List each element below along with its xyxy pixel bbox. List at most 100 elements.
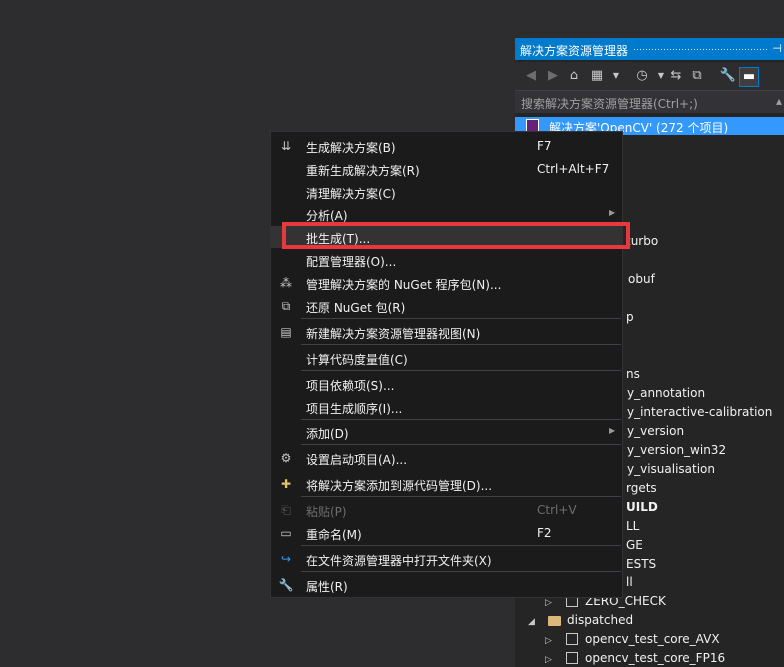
menu-item-manage-nuget[interactable]: ⁂ 管理解决方案的 NuGet 程序包(N)... — [271, 272, 622, 294]
tree-item[interactable]: turbo — [626, 234, 658, 248]
menu-item-label: 还原 NuGet 包(R) — [306, 301, 406, 315]
paste-icon: ⎗ — [281, 503, 291, 517]
folder-icon — [548, 616, 561, 626]
tree-item[interactable]: y_visualisation — [627, 462, 715, 476]
solution-explorer-title: 解决方案资源管理器 — [520, 44, 629, 58]
submenu-arrow-icon: ▶ — [609, 208, 616, 217]
tree-item[interactable]: GE — [626, 538, 643, 552]
menu-item-add[interactable]: 添加(D) ▶ — [271, 421, 622, 443]
menu-item-label: 添加(D) — [306, 427, 349, 441]
menu-item-shortcut: Ctrl+V — [537, 503, 577, 517]
menu-item-code-metrics[interactable]: 计算代码度量值(C) — [271, 347, 622, 369]
forward-icon[interactable]: ▶ — [544, 67, 562, 85]
menu-item-project-dependencies[interactable]: 项目依赖项(S)... — [271, 373, 622, 395]
menu-item-rebuild-solution[interactable]: 重新生成解决方案(R) Ctrl+Alt+F7 — [271, 158, 622, 180]
menu-item-shortcut: Ctrl+Alt+F7 — [537, 162, 610, 176]
collapse-all-icon[interactable]: ⧉ — [688, 67, 706, 85]
tree-item[interactable]: p — [626, 310, 634, 324]
switch-views-icon[interactable]: ▦ — [588, 67, 606, 85]
wrench-icon: 🔧 — [278, 578, 294, 592]
tree-item[interactable]: ll — [626, 575, 633, 589]
expand-arrow-icon[interactable]: ▷ — [545, 655, 552, 665]
highlight-box — [282, 222, 630, 249]
menu-item-label: 将解决方案添加到源代码管理(D)... — [306, 479, 493, 493]
new-view-icon: ▤ — [280, 325, 292, 339]
tree-item[interactable]: LL — [626, 519, 639, 533]
menu-item-label: 重命名(M) — [306, 528, 362, 542]
menu-item-restore-nuget[interactable]: ⧉ 还原 NuGet 包(R) — [271, 295, 622, 317]
project-icon — [566, 652, 578, 664]
menu-item-set-startup-projects[interactable]: ⚙ 设置启动项目(A)... — [271, 447, 622, 469]
pending-changes-icon[interactable]: ◷ — [633, 67, 651, 85]
submenu-arrow-icon: ▶ — [609, 426, 616, 435]
menu-separator — [301, 496, 621, 497]
menu-separator — [301, 318, 621, 319]
menu-item-label: 项目生成顺序(I)... — [306, 402, 403, 416]
context-menu: ⇊ 生成解决方案(B) F7 重新生成解决方案(R) Ctrl+Alt+F7 清… — [270, 131, 623, 598]
menu-separator — [301, 444, 621, 445]
back-icon[interactable]: ◀ — [522, 67, 540, 85]
tree-item-dispatched[interactable]: dispatched — [567, 613, 633, 627]
tree-item[interactable]: y_interactive-calibration — [627, 405, 772, 419]
menu-item-properties[interactable]: 🔧 属性(R) — [271, 574, 622, 596]
expand-arrow-icon[interactable]: ▷ — [545, 598, 552, 608]
menu-separator — [301, 571, 621, 572]
menu-separator — [301, 370, 621, 371]
restore-icon: ⧉ — [281, 299, 291, 313]
nuget-icon: ⁂ — [280, 276, 292, 290]
tree-item[interactable]: y_version — [627, 424, 684, 438]
tree-item-avx[interactable]: opencv_test_core_AVX — [585, 632, 720, 646]
tree-item[interactable]: y_annotation — [627, 386, 705, 400]
tree-item[interactable]: ESTS — [626, 557, 656, 571]
properties-wrench-icon[interactable]: 🔧 — [719, 67, 737, 85]
menu-item-label: 在文件资源管理器中打开文件夹(X) — [306, 554, 492, 568]
menu-item-rename[interactable]: ▭ 重命名(M) F2 — [271, 522, 622, 544]
collapse-arrow-icon[interactable]: ◢ — [528, 617, 535, 627]
menu-item-label: 属性(R) — [306, 580, 348, 594]
menu-item-build-solution[interactable]: ⇊ 生成解决方案(B) F7 — [271, 135, 622, 157]
menu-item-label: 管理解决方案的 NuGet 程序包(N)... — [306, 278, 502, 292]
menu-item-add-to-source-control[interactable]: ✚ 将解决方案添加到源代码管理(D)... — [271, 473, 622, 495]
tree-item[interactable]: y_version_win32 — [627, 443, 726, 457]
menu-separator — [301, 545, 621, 546]
menu-item-build-order[interactable]: 项目生成顺序(I)... — [271, 396, 622, 418]
menu-item-paste[interactable]: ⎗ 粘贴(P) Ctrl+V — [271, 499, 622, 521]
chevron-down-icon[interactable]: ▼ — [607, 67, 625, 85]
solution-explorer-title-bar: 解决方案资源管理器 ⊣ — [515, 38, 784, 60]
menu-item-clean-solution[interactable]: 清理解决方案(C) — [271, 181, 622, 203]
tree-item-fp16[interactable]: opencv_test_core_FP16 — [585, 651, 725, 665]
menu-item-label: 项目依赖项(S)... — [306, 379, 395, 393]
home-icon[interactable]: ⌂ — [565, 67, 583, 85]
pin-icon[interactable]: ⊣ — [772, 42, 782, 55]
menu-item-label: 新建解决方案资源管理器视图(N) — [306, 327, 481, 341]
menu-separator — [301, 344, 621, 345]
tree-item[interactable]: UILD — [626, 500, 658, 514]
menu-item-label: 配置管理器(O)... — [306, 255, 397, 269]
project-icon — [566, 633, 578, 645]
tree-item[interactable]: rgets — [626, 481, 657, 495]
menu-item-open-folder[interactable]: ↪ 在文件资源管理器中打开文件夹(X) — [271, 548, 622, 570]
tree-item[interactable]: obuf — [628, 272, 655, 286]
menu-item-label: 重新生成解决方案(R) — [306, 164, 420, 178]
menu-item-label: 设置启动项目(A)... — [306, 453, 408, 467]
menu-item-configuration-manager[interactable]: 配置管理器(O)... — [271, 249, 622, 271]
source-control-icon: ✚ — [280, 477, 292, 491]
menu-separator — [301, 419, 621, 420]
preview-selected-icon[interactable]: ▬ — [739, 67, 759, 87]
tree-item[interactable]: ns — [626, 367, 640, 381]
menu-item-label: 计算代码度量值(C) — [306, 353, 408, 367]
solution-explorer-toolbar: ◀ ▶ ⌂ ▦ ▼ ◷ ▼ ⇆ ⧉ 🔧 ▬ — [515, 62, 784, 91]
menu-item-new-explorer-view[interactable]: ▤ 新建解决方案资源管理器视图(N) — [271, 321, 622, 343]
menu-item-label: 清理解决方案(C) — [306, 187, 396, 201]
sync-icon[interactable]: ⇆ — [667, 67, 685, 85]
expand-arrow-icon[interactable]: ▷ — [545, 636, 552, 646]
search-placeholder: 搜索解决方案资源管理器(Ctrl+;) — [521, 97, 698, 111]
menu-item-label: 粘贴(P) — [306, 505, 347, 519]
menu-item-shortcut: F7 — [537, 139, 552, 153]
solution-explorer-search[interactable]: 搜索解决方案资源管理器(Ctrl+;) ▴ — [515, 91, 784, 113]
search-options-icon[interactable]: ▴ — [776, 94, 782, 108]
gear-icon: ⚙ — [280, 451, 292, 465]
menu-item-label: 生成解决方案(B) — [306, 141, 396, 155]
menu-item-shortcut: F2 — [537, 526, 552, 540]
title-grip — [633, 48, 768, 51]
